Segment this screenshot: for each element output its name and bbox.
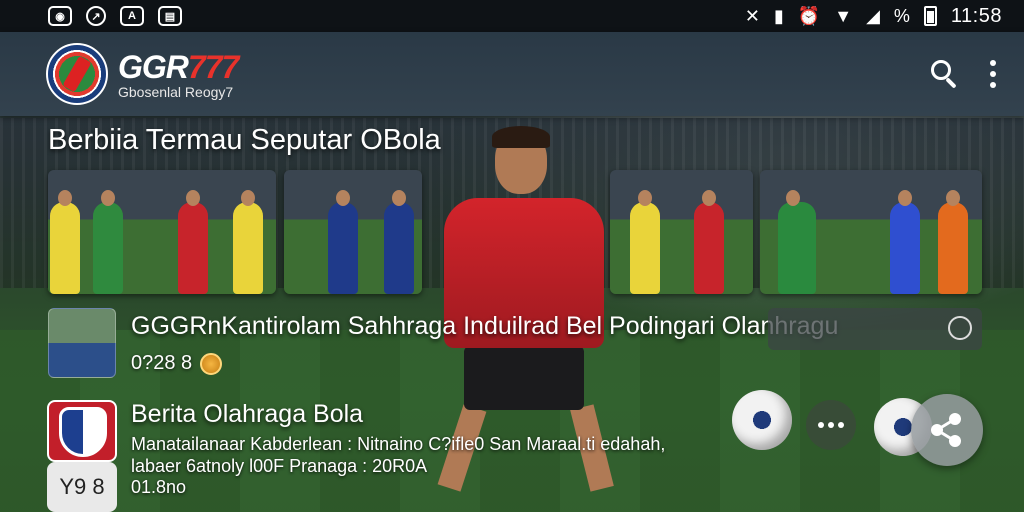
alarm-icon: ⏰ [797,6,821,26]
carousel-card[interactable] [610,170,753,294]
list-item-meta-text: 0?28 8 [131,352,193,374]
list-item-badge: Y9 8 [47,462,117,512]
gallery-icon: ▤ [158,6,182,26]
app-icon: A [120,6,144,26]
carousel-card[interactable] [284,170,422,294]
football-icon [732,390,792,450]
search-icon[interactable] [928,57,962,91]
mute-icon: ✕ [744,6,760,26]
list-item-title[interactable]: GGGRnKantirolam Sahhraga Induilrad Bel P… [131,312,838,341]
list-item-title[interactable]: Berita Olahraga Bola [131,400,363,429]
vibrate-icon: ▮ [773,6,784,26]
section-title: Berbiia Termau Seputar OBola [48,124,441,156]
app-bar: GGR777 Gbosenlal Reogy7 [0,32,1024,116]
list-item-thumbnail[interactable] [48,308,116,378]
share-button[interactable] [911,394,983,466]
radio-icon[interactable] [948,316,972,340]
more-options-button[interactable] [806,400,856,450]
carousel-card[interactable] [48,170,276,294]
list-item-description: labaer 6atnoly l00F Pranaga : 20R0A [131,456,428,476]
status-bar-right: ✕ ▮ ⏰ ▼ ◢ % 11:58 [745,5,1002,28]
app-icon: ↗ [86,6,106,26]
brand-text: GGR777 Gbosenlal Reogy7 [118,48,239,100]
brand-logo [46,43,108,105]
signal-icon: ◢ [866,6,880,26]
share-icon [931,413,961,447]
list-item-date: 01.8no [131,477,187,497]
club-crest-logo[interactable] [47,400,117,462]
battery-percent: % [893,5,910,26]
notification-icon: ◉ [48,6,72,26]
list-item-meta: 0?28 8 [131,352,223,375]
brand[interactable]: GGR777 Gbosenlal Reogy7 [46,43,239,105]
brand-name-accent: 777 [187,48,239,85]
status-bar-left: ◉ ↗ A ▤ [48,6,182,26]
status-time: 11:58 [950,4,1002,27]
wifi-icon: ▼ [834,6,853,26]
more-icon[interactable] [988,60,998,88]
app-actions [928,57,998,91]
brand-subtitle: Gbosenlal Reogy7 [118,83,234,100]
brand-name-main: GGR [118,48,189,85]
battery-icon [923,6,937,26]
coin-icon [200,352,223,375]
carousel-card[interactable] [760,170,982,294]
list-item-description: Manatailanaar Kabderlean : Nitnaino C?if… [131,434,666,454]
brand-name: GGR777 [118,48,239,86]
status-bar: ◉ ↗ A ▤ ✕ ▮ ⏰ ▼ ◢ % 11:58 [0,0,1024,32]
